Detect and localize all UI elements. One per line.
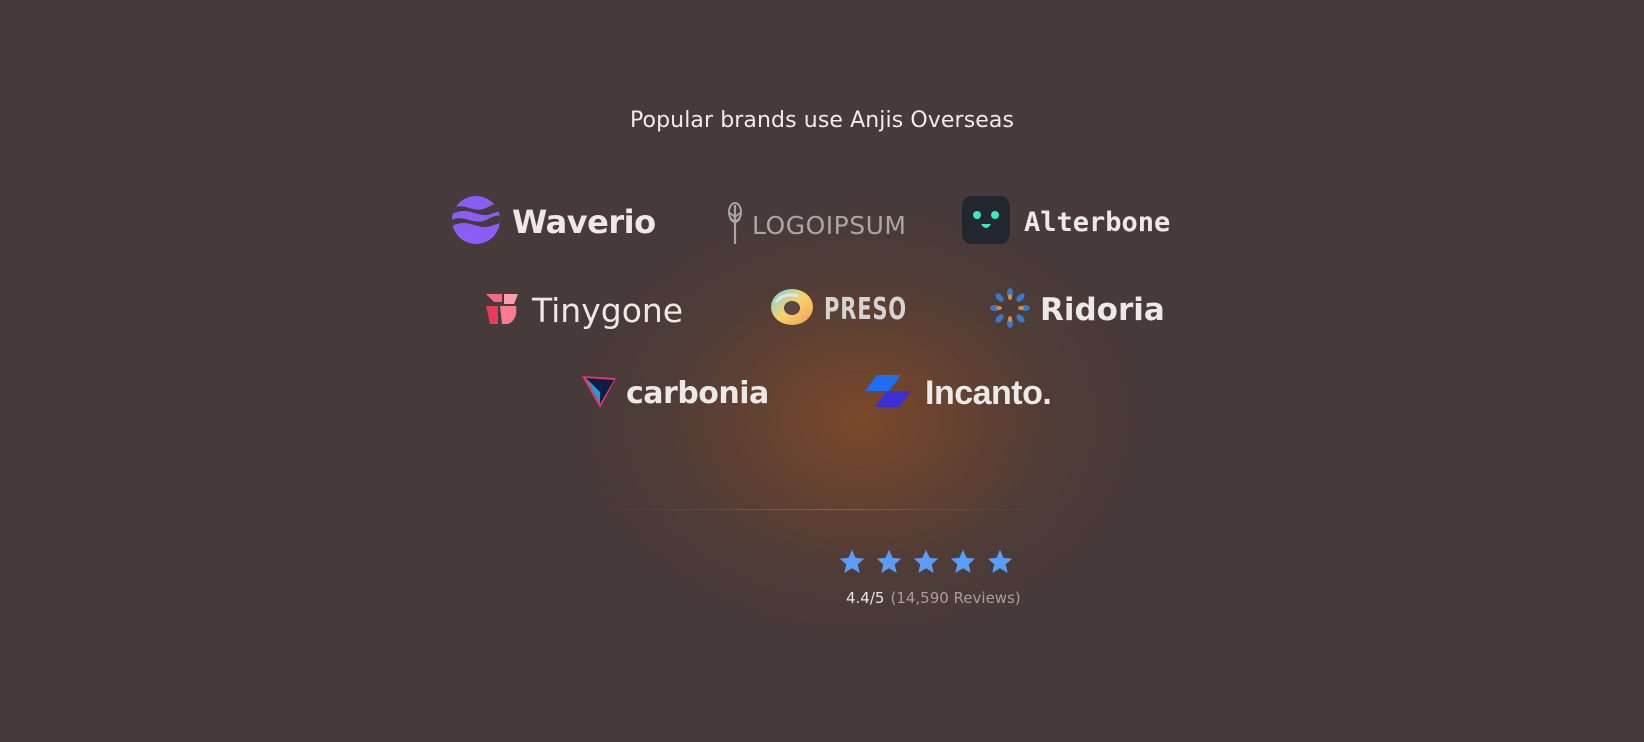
sunburst-icon <box>990 288 1030 332</box>
section-heading: Popular brands use Anjis Overseas <box>629 108 1015 133</box>
rating-score: 4.4/5 <box>846 589 885 607</box>
rainbow-ring-icon <box>770 288 814 330</box>
rating-summary: 4.4/5 (14,590 Reviews) <box>846 589 1021 607</box>
review-count: (14,590 Reviews) <box>890 589 1021 607</box>
brand-logo-ridoria: Ridoria <box>990 288 1165 332</box>
brand-logo-logoipsum: LOGOIPSUM <box>726 201 906 249</box>
brands-section: Popular brands use Anjis Overseas Waveri… <box>0 0 1644 742</box>
smiley-face-icon <box>962 196 1010 248</box>
brand-logo-alterbone: Alterbone <box>962 196 1170 248</box>
brand-name: Alterbone <box>1024 206 1171 238</box>
waves-circle-icon <box>452 196 500 248</box>
brand-name: Ridoria <box>1040 292 1165 328</box>
brand-name: PRESO <box>824 291 907 327</box>
brand-name: carbonia <box>626 375 769 411</box>
star-icon <box>838 548 866 576</box>
parallelogram-icon <box>865 373 913 413</box>
pink-shapes-icon <box>484 290 520 330</box>
star-icon <box>875 548 903 576</box>
brand-name: LOGOIPSUM <box>752 210 907 240</box>
brand-name: Incanto. <box>925 373 1052 412</box>
brand-name: Waverio <box>512 203 656 241</box>
brand-name: Tinygone <box>532 290 684 330</box>
wheat-icon <box>726 201 744 249</box>
star-rating <box>838 548 1014 576</box>
brand-logo-tinygone: Tinygone <box>484 290 683 330</box>
brand-logo-waverio: Waverio <box>452 196 656 248</box>
brand-logo-carbonia: carbonia <box>580 372 769 414</box>
brand-logo-incanto: Incanto. <box>865 373 1052 413</box>
star-icon <box>986 548 1014 576</box>
star-icon <box>949 548 977 576</box>
brand-logo-preso: PRESO <box>770 288 930 330</box>
star-icon <box>912 548 940 576</box>
triangle-gem-icon <box>580 372 618 414</box>
section-divider <box>608 509 1036 510</box>
